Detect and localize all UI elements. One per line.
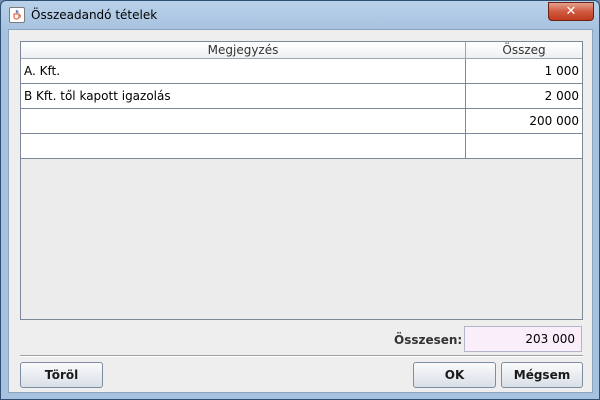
table-header: Megjegyzés Összeg — [21, 42, 582, 59]
amount-cell[interactable]: 1 000 — [466, 59, 582, 83]
title-bar[interactable]: Összeadandó tételek ✕ — [1, 1, 599, 29]
note-cell[interactable] — [21, 109, 466, 133]
java-cup-icon — [9, 7, 25, 23]
table-row[interactable]: A. Kft. 1 000 — [21, 59, 582, 84]
note-cell[interactable]: B Kft. től kapott igazolás — [21, 84, 466, 108]
divider — [20, 355, 583, 357]
amount-cell[interactable] — [466, 134, 582, 158]
close-icon: ✕ — [565, 4, 577, 19]
dialog-content: Megjegyzés Összeg A. Kft. 1 000 B Kft. t… — [8, 29, 593, 393]
total-label: Összesen: — [394, 333, 463, 347]
total-value-field: 203 000 — [464, 326, 582, 352]
column-header-note[interactable]: Megjegyzés — [21, 42, 466, 59]
note-cell[interactable]: A. Kft. — [21, 59, 466, 83]
table-body: A. Kft. 1 000 B Kft. től kapott igazolás… — [21, 59, 582, 159]
delete-button[interactable]: Töröl — [20, 362, 103, 388]
cancel-button[interactable]: Mégsem — [501, 362, 583, 388]
amount-cell[interactable]: 200 000 — [466, 109, 582, 133]
table-row[interactable]: 200 000 — [21, 109, 582, 134]
note-cell[interactable] — [21, 134, 466, 158]
window-title: Összeadandó tételek — [31, 8, 158, 22]
dialog-window: Összeadandó tételek ✕ Megjegyzés Összeg … — [0, 0, 600, 400]
items-table: Megjegyzés Összeg A. Kft. 1 000 B Kft. t… — [20, 41, 583, 320]
column-header-amount[interactable]: Összeg — [466, 42, 582, 59]
close-button[interactable]: ✕ — [548, 2, 594, 21]
ok-button[interactable]: OK — [413, 362, 496, 388]
table-row[interactable] — [21, 134, 582, 159]
amount-cell[interactable]: 2 000 — [466, 84, 582, 108]
table-row[interactable]: B Kft. től kapott igazolás 2 000 — [21, 84, 582, 109]
